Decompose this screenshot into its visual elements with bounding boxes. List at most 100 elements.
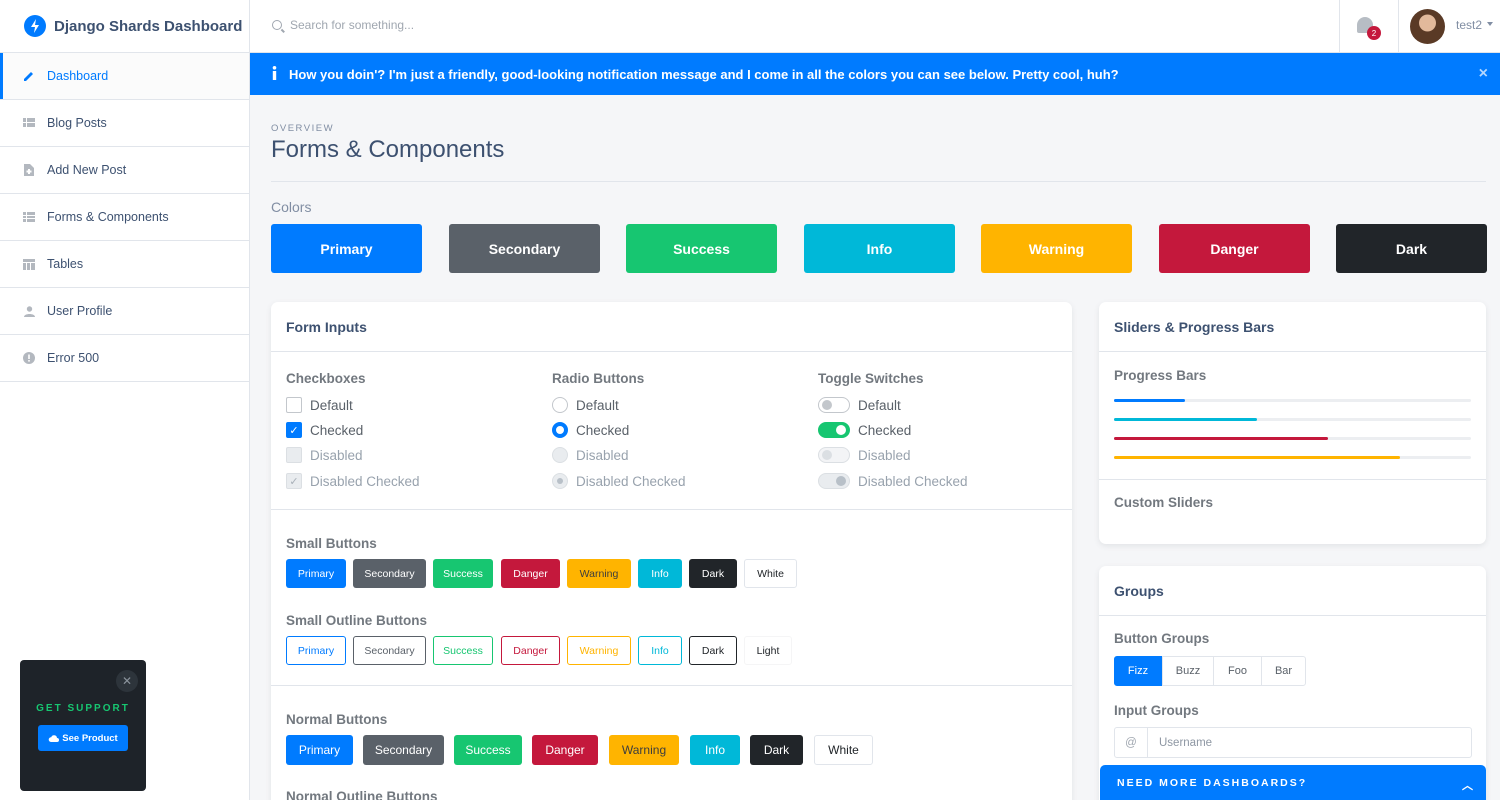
warning-button[interactable]: Warning bbox=[609, 735, 679, 765]
colors-label: Colors bbox=[271, 199, 312, 215]
checkbox-default[interactable]: Default bbox=[286, 397, 353, 413]
checkmark-icon[interactable]: ✓ bbox=[286, 422, 302, 438]
divider bbox=[271, 685, 1072, 686]
toggle-switch[interactable] bbox=[818, 397, 850, 413]
sidebar-item-error-500[interactable]: Error 500 bbox=[0, 335, 249, 382]
toggle-label: Disabled bbox=[858, 447, 911, 463]
sidebar-item-tables[interactable]: Tables bbox=[0, 241, 249, 288]
radio[interactable] bbox=[552, 397, 568, 413]
view-module-icon bbox=[22, 117, 36, 129]
checkbox-checked[interactable]: ✓ Checked bbox=[286, 422, 363, 438]
success-button[interactable]: Success bbox=[454, 735, 522, 765]
groups-title: Groups bbox=[1099, 566, 1486, 616]
sidebar-item-add-new-post[interactable]: Add New Post bbox=[0, 147, 249, 194]
toggle-switch[interactable] bbox=[818, 422, 850, 438]
custom-sliders-label: Custom Sliders bbox=[1114, 495, 1214, 510]
outline-warning-button[interactable]: Warning bbox=[567, 636, 631, 665]
outline-success-button[interactable]: Success bbox=[433, 636, 493, 665]
chevron-down-icon[interactable] bbox=[1487, 22, 1493, 26]
color-swatch-dark: Dark bbox=[1336, 224, 1487, 273]
toggle-label: Checked bbox=[858, 422, 912, 438]
close-icon[interactable]: ✕ bbox=[116, 670, 138, 692]
note-add-icon bbox=[22, 164, 36, 176]
primary-button[interactable]: Primary bbox=[286, 735, 353, 765]
color-swatch-success: Success bbox=[626, 224, 777, 273]
danger-button[interactable]: Danger bbox=[532, 735, 598, 765]
color-swatch-warning: Warning bbox=[981, 224, 1132, 273]
outline-primary-button[interactable]: Primary bbox=[286, 636, 346, 665]
at-sign-addon: @ bbox=[1115, 728, 1148, 757]
sidebar-item-forms-components[interactable]: Forms & Components bbox=[0, 194, 249, 241]
radio-disabled: Disabled bbox=[552, 447, 629, 463]
small-danger-button[interactable]: Danger bbox=[501, 559, 560, 588]
sliders-title: Sliders & Progress Bars bbox=[1099, 302, 1486, 352]
secondary-button[interactable]: Secondary bbox=[363, 735, 444, 765]
radio-default[interactable]: Default bbox=[552, 397, 619, 413]
form-inputs-card: Form Inputs Checkboxes Default ✓ Checked … bbox=[271, 302, 1072, 800]
see-product-button[interactable]: See Product bbox=[38, 725, 128, 751]
normal-outline-buttons-label: Normal Outline Buttons bbox=[286, 789, 438, 800]
small-warning-button[interactable]: Warning bbox=[567, 559, 631, 588]
checkbox[interactable] bbox=[286, 397, 302, 413]
outline-secondary-button[interactable]: Secondary bbox=[353, 636, 426, 665]
info-button[interactable]: Info bbox=[690, 735, 740, 765]
progress-bars-label: Progress Bars bbox=[1114, 368, 1207, 383]
small-success-button[interactable]: Success bbox=[433, 559, 493, 588]
white-button[interactable]: White bbox=[814, 735, 873, 765]
search-input[interactable]: Search for something... bbox=[272, 18, 414, 32]
outline-danger-button[interactable]: Danger bbox=[501, 636, 560, 665]
radio-checked[interactable]: Checked bbox=[552, 422, 629, 438]
topbar: Search for something... 2 test2 bbox=[250, 0, 1500, 53]
small-dark-button[interactable]: Dark bbox=[689, 559, 737, 588]
checkbox-disabled: Disabled bbox=[286, 447, 363, 463]
small-secondary-button[interactable]: Secondary bbox=[353, 559, 426, 588]
radio-label: Disabled Checked bbox=[576, 473, 686, 489]
dark-button[interactable]: Dark bbox=[750, 735, 803, 765]
avatar[interactable] bbox=[1410, 9, 1445, 44]
checkboxes-label: Checkboxes bbox=[286, 371, 366, 386]
button-group-foo[interactable]: Foo bbox=[1213, 656, 1262, 686]
progress-bar bbox=[1114, 399, 1471, 402]
outline-light-button[interactable]: Light bbox=[744, 636, 792, 665]
page-title: Forms & Components bbox=[271, 136, 505, 163]
toggle-default[interactable]: Default bbox=[818, 397, 901, 413]
button-group-buzz[interactable]: Buzz bbox=[1162, 656, 1214, 686]
sidebar-item-label: Forms & Components bbox=[47, 210, 169, 224]
brand[interactable]: Django Shards Dashboard bbox=[0, 0, 249, 53]
toggle-checked[interactable]: Checked bbox=[818, 422, 911, 438]
small-primary-button[interactable]: Primary bbox=[286, 559, 346, 588]
sidebar-item-label: Tables bbox=[47, 257, 84, 271]
chevron-up-icon[interactable]: ︿ bbox=[1462, 777, 1475, 793]
radio-label: Disabled bbox=[576, 447, 629, 463]
small-white-button[interactable]: White bbox=[744, 559, 797, 588]
search-placeholder: Search for something... bbox=[290, 18, 415, 32]
outline-info-button[interactable]: Info bbox=[638, 636, 682, 665]
notification-badge: 2 bbox=[1367, 26, 1381, 40]
toggle-label: Default bbox=[858, 397, 901, 413]
radio-buttons-label: Radio Buttons bbox=[552, 371, 645, 386]
checkbox-label: Default bbox=[310, 397, 353, 413]
checkbox bbox=[286, 447, 302, 463]
button-group-fizz[interactable]: Fizz bbox=[1114, 656, 1162, 686]
button-group-bar[interactable]: Bar bbox=[1261, 656, 1306, 686]
sidebar-item-blog-posts[interactable]: Blog Posts bbox=[0, 100, 249, 147]
support-widget: ✕ GET SUPPORT See Product bbox=[20, 660, 146, 791]
small-info-button[interactable]: Info bbox=[638, 559, 682, 588]
close-icon[interactable]: × bbox=[1479, 65, 1488, 83]
notifications-button[interactable]: 2 bbox=[1339, 0, 1399, 53]
brand-logo-icon bbox=[24, 15, 46, 37]
color-swatch-primary: Primary bbox=[271, 224, 422, 273]
username-input[interactable]: Username bbox=[1148, 728, 1471, 757]
radio bbox=[552, 473, 568, 489]
radio[interactable] bbox=[552, 422, 568, 438]
progress-bar bbox=[1114, 456, 1471, 459]
need-more-dashboards-bar[interactable]: NEED MORE DASHBOARDS? ︿ bbox=[1100, 765, 1486, 800]
color-swatch-secondary: Secondary bbox=[449, 224, 600, 273]
checkbox-label: Checked bbox=[310, 422, 364, 438]
username[interactable]: test2 bbox=[1456, 18, 1482, 32]
sidebar-item-user-profile[interactable]: User Profile bbox=[0, 288, 249, 335]
sidebar-item-dashboard[interactable]: Dashboard bbox=[0, 53, 249, 100]
notification-alert: How you doin'? I'm just a friendly, good… bbox=[250, 53, 1500, 95]
outline-dark-button[interactable]: Dark bbox=[689, 636, 737, 665]
checkbox-disabled-checked: ✓ Disabled Checked bbox=[286, 473, 420, 489]
